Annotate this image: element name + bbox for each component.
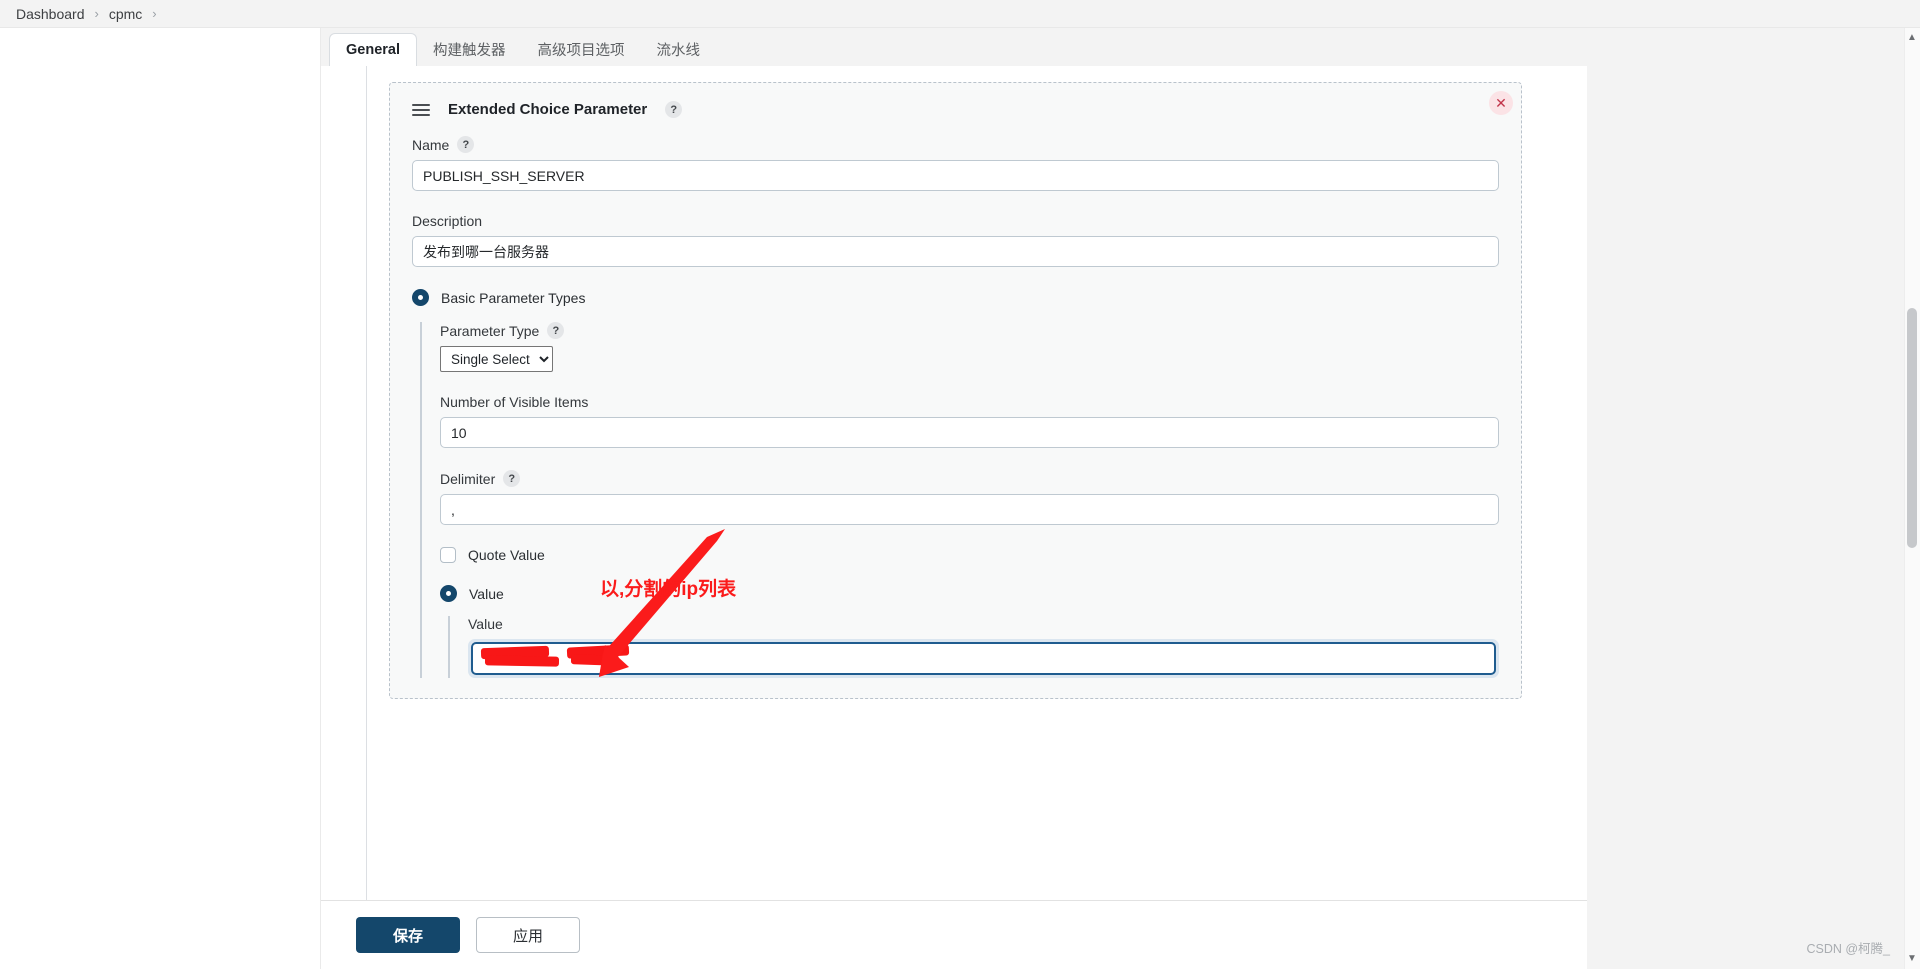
breadcrumb-separator-icon: ›: [94, 6, 99, 21]
tab-pipeline-label: 流水线: [656, 42, 701, 59]
number-of-visible-items-label: Number of Visible Items: [440, 394, 589, 410]
quote-value-row[interactable]: Quote Value: [440, 547, 1499, 563]
basic-parameter-types-subsection: Parameter Type ? Single Select Number of…: [420, 322, 1499, 678]
form-body: ✕ Extended Choice Parameter ? Name ? Des…: [321, 66, 1587, 900]
number-of-visible-items-label-row: Number of Visible Items: [440, 394, 1499, 410]
basic-parameter-types-label: Basic Parameter Types: [441, 289, 586, 306]
close-icon[interactable]: ✕: [1489, 91, 1513, 115]
delimiter-input[interactable]: [440, 494, 1499, 525]
save-button[interactable]: 保存: [356, 917, 460, 953]
vertical-scrollbar[interactable]: ▲ ▼: [1904, 28, 1920, 969]
breadcrumb-item-cpmc[interactable]: cpmc: [109, 6, 142, 22]
quote-value-label: Quote Value: [468, 547, 545, 563]
tab-advanced-project-options[interactable]: 高级项目选项: [522, 32, 641, 66]
extended-choice-parameter-block: ✕ Extended Choice Parameter ? Name ? Des…: [389, 82, 1522, 699]
breadcrumb: Dashboard › cpmc ›: [0, 0, 1920, 28]
drag-handle-icon[interactable]: [412, 103, 430, 116]
checkbox-quote-value[interactable]: [440, 547, 456, 563]
radio-value[interactable]: [440, 585, 457, 602]
tab-build-triggers-label: 构建触发器: [433, 42, 506, 59]
value-input-focus-ring: [468, 639, 1499, 678]
tab-general[interactable]: General: [329, 33, 417, 67]
help-icon-name[interactable]: ?: [457, 136, 475, 153]
scrollbar-thumb[interactable]: [1907, 308, 1917, 548]
parameter-type-label: Parameter Type: [440, 322, 540, 339]
footer-button-bar: 保存 应用: [321, 900, 1587, 969]
tab-build-triggers[interactable]: 构建触发器: [417, 32, 522, 66]
name-label: Name: [412, 136, 450, 153]
name-label-row: Name ?: [412, 136, 1499, 153]
right-empty-pane: [1587, 28, 1920, 969]
parameter-block-title: Extended Choice Parameter: [448, 101, 648, 118]
breadcrumb-separator-icon-2: ›: [152, 6, 157, 21]
tab-advanced-project-options-label: 高级项目选项: [537, 42, 625, 59]
parameter-type-select[interactable]: Single Select: [440, 346, 553, 372]
watermark: CSDN @柯腾_: [1806, 942, 1890, 956]
annotation-label: 以,分割的ip列表: [600, 579, 737, 600]
number-of-visible-items-input[interactable]: [440, 417, 1499, 448]
basic-parameter-types-row[interactable]: Basic Parameter Types: [412, 289, 1499, 306]
value-radio-label: Value: [469, 585, 504, 602]
delimiter-label-row: Delimiter ?: [440, 470, 1499, 487]
value-subsection: Value: [448, 616, 1499, 678]
parameter-block-header: Extended Choice Parameter ?: [412, 101, 1499, 118]
value-field-label-row: Value: [468, 616, 1499, 632]
radio-basic-parameter-types[interactable]: [412, 289, 429, 306]
form-left-rule: [366, 66, 367, 900]
redaction-mark-2: [484, 655, 560, 667]
tab-pipeline[interactable]: 流水线: [641, 32, 717, 66]
name-input[interactable]: [412, 160, 1499, 191]
value-field-label: Value: [468, 616, 503, 632]
breadcrumb-item-dashboard[interactable]: Dashboard: [16, 6, 85, 22]
description-input[interactable]: [412, 236, 1499, 267]
delimiter-label: Delimiter: [440, 470, 496, 487]
scroll-down-arrow-icon[interactable]: ▼: [1906, 953, 1918, 965]
description-label-row: Description: [412, 213, 1499, 229]
help-icon-delimiter[interactable]: ?: [503, 470, 521, 487]
redaction-mark-4: [570, 654, 620, 666]
tab-strip: General 构建触发器 高级项目选项 流水线: [321, 28, 1587, 67]
apply-button[interactable]: 应用: [476, 917, 580, 953]
parameter-type-label-row: Parameter Type ?: [440, 322, 1499, 339]
help-icon-parameter-type[interactable]: ?: [547, 322, 565, 339]
tab-general-label: General: [346, 42, 400, 58]
value-radio-row[interactable]: Value: [440, 585, 1499, 602]
description-label: Description: [412, 213, 483, 229]
help-icon-title[interactable]: ?: [665, 101, 683, 118]
scroll-up-arrow-icon[interactable]: ▲: [1906, 32, 1918, 44]
